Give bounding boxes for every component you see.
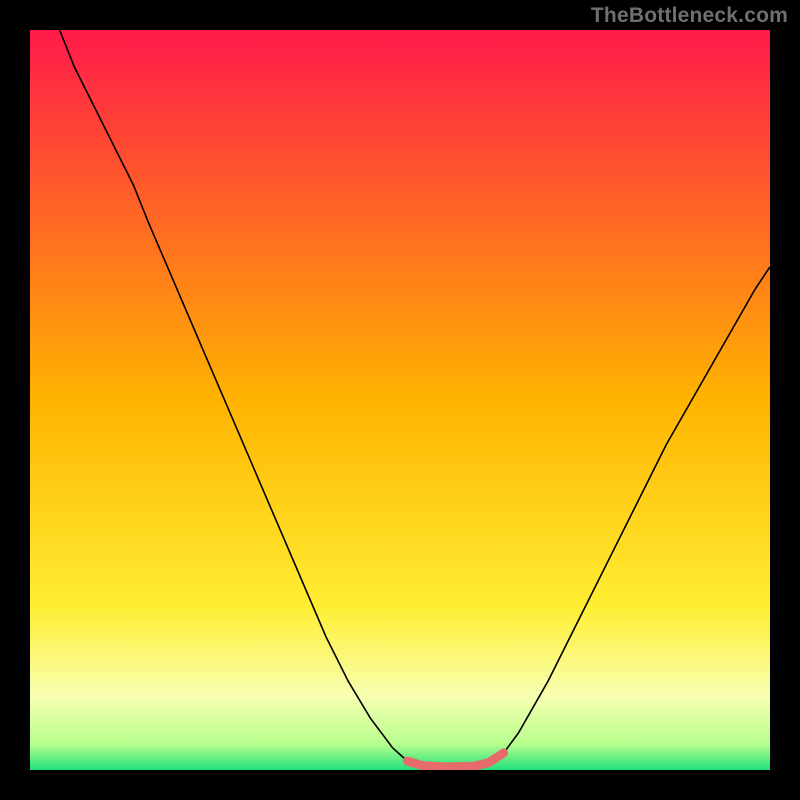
chart-container: TheBottleneck.com — [0, 0, 800, 800]
watermark-text: TheBottleneck.com — [591, 4, 788, 28]
gradient-background — [30, 30, 770, 770]
plot-area — [30, 30, 770, 770]
chart-svg — [30, 30, 770, 770]
